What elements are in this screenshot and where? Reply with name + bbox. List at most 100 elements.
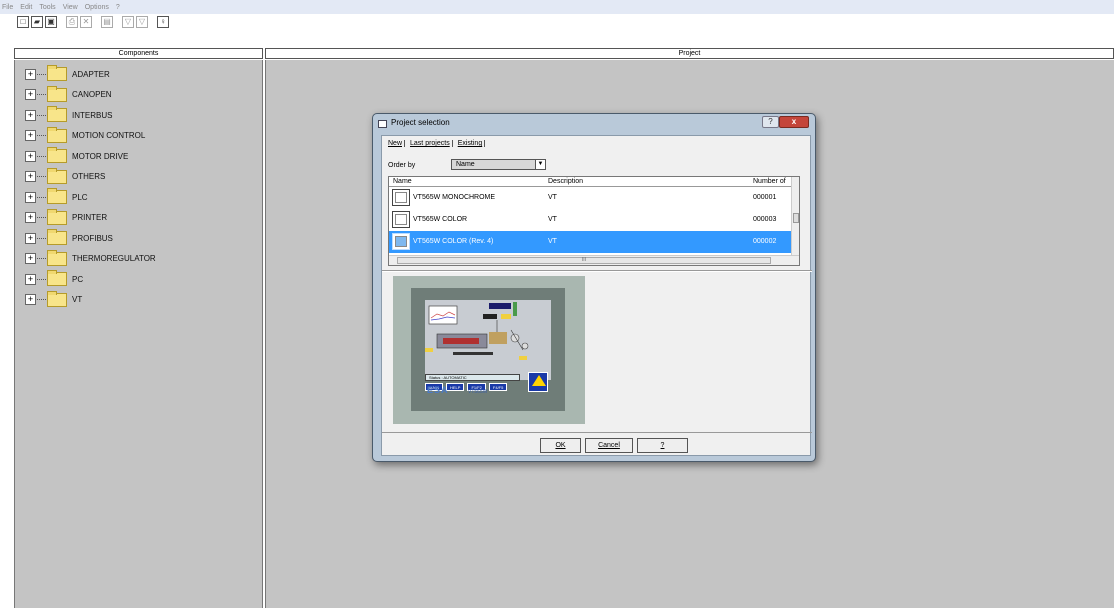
folder-icon [47, 65, 67, 81]
row-description: VT [548, 216, 557, 223]
list-header: Name Description Number of [389, 177, 791, 187]
expand-icon[interactable]: + [25, 130, 36, 141]
expand-icon[interactable]: + [25, 294, 36, 305]
project-thumbnail-icon [392, 211, 410, 228]
menu-bar: File Edit Tools View Options ? [0, 0, 1114, 14]
tree-item-label: PROFIBUS [72, 233, 113, 243]
tree-item-canopen[interactable]: + CANOPEN [25, 85, 112, 104]
tree-item-motor-drive[interactable]: + MOTOR DRIVE [25, 147, 128, 165]
print-icon[interactable]: ⎙ [66, 16, 78, 28]
tree-item-vt[interactable]: + VT [25, 290, 83, 309]
scroll-thumb[interactable]: III [397, 257, 771, 264]
expand-icon[interactable]: + [25, 232, 36, 244]
row-description: VT [548, 238, 557, 245]
tree-item-label: MOTOR DRIVE [72, 151, 129, 161]
tree-item-profibus[interactable]: + PROFIBUS [25, 229, 113, 247]
menu-file[interactable]: File [2, 4, 13, 11]
tab-new[interactable]: New [386, 140, 406, 147]
menu-tools[interactable]: Tools [39, 4, 55, 11]
save-icon[interactable]: ▣ [45, 16, 57, 28]
expand-icon[interactable]: + [25, 253, 36, 264]
expand-icon[interactable]: + [25, 191, 36, 203]
expand-icon[interactable]: + [25, 68, 36, 80]
hmi-key: HELP [446, 383, 465, 391]
tree-item-label: CANOPEN [72, 90, 112, 99]
menu-options[interactable]: Options [85, 4, 109, 11]
row-number: 000002 [753, 238, 777, 245]
tree-item-label: VT [72, 295, 83, 304]
ok-button[interactable]: OK [540, 438, 581, 453]
components-tree: + ADAPTER + CANOPEN + INTERBUS + MOTION CONT… [14, 60, 263, 608]
column-name[interactable]: Name [393, 178, 412, 185]
new-file-icon[interactable]: □ [17, 16, 29, 28]
divider [382, 432, 812, 434]
tab-bar: New Last projects Existing [386, 140, 488, 147]
tree-item-label: THERMOREGULATOR [72, 254, 156, 263]
list-item[interactable]: VT565W MONOCHROME VT 000001 [389, 187, 791, 209]
project-list: Name Description Number of VT565W MONOCH… [388, 176, 800, 266]
hmi-status-bar: Status : AUTOMATIC [425, 374, 520, 381]
delete-icon[interactable]: ✕ [80, 16, 92, 28]
order-by-select[interactable]: Name ▼ [451, 159, 546, 170]
horizontal-scrollbar[interactable]: III [389, 255, 799, 265]
esa-logo: ESA [427, 385, 449, 395]
dialog-body: New Last projects Existing Order by Name… [381, 135, 812, 456]
expand-icon[interactable]: + [25, 273, 36, 285]
tree-item-pc[interactable]: + PC [25, 270, 83, 288]
project-thumbnail-icon [392, 189, 410, 206]
menu-help[interactable]: ? [116, 4, 120, 11]
expand-icon[interactable]: + [25, 109, 36, 121]
hmi-display [425, 300, 551, 380]
list-item-selected[interactable]: VT565W COLOR (Rev. 4) VT 000002 [389, 231, 791, 253]
list-item[interactable]: VT565W COLOR VT 000003 [389, 209, 791, 231]
order-by-value: Name [456, 161, 475, 168]
panel-model-label: VT565W [468, 389, 488, 395]
tree-item-label: MOTION CONTROL [72, 131, 146, 140]
expand-icon[interactable]: + [25, 89, 36, 100]
folder-icon [47, 188, 67, 204]
folder-icon [47, 208, 67, 225]
cancel-button[interactable]: Cancel [585, 438, 633, 453]
toolbar: □ ▰ ▣ ⎙ ✕ ▤ ▽ ▽ ♀ [0, 14, 1114, 30]
folder-icon [47, 229, 67, 245]
tree-item-printer[interactable]: + PRINTER [25, 208, 108, 227]
open-folder-icon[interactable]: ▰ [31, 16, 43, 28]
filter-icon[interactable]: ▽ [122, 16, 134, 28]
tree-item-plc[interactable]: + PLC [25, 188, 88, 206]
tree-item-adapter[interactable]: + ADAPTER [25, 65, 110, 83]
tree-item-label: OTHERS [72, 172, 106, 181]
tree-item-motion-control[interactable]: + MOTION CONTROL [25, 126, 146, 145]
properties-icon[interactable]: ▤ [101, 16, 113, 28]
dialog-help-button[interactable]: ? [762, 116, 779, 128]
tab-existing[interactable]: Existing [456, 140, 486, 147]
row-description: VT [548, 194, 557, 201]
help-icon[interactable]: ♀ [157, 16, 169, 28]
folder-icon [47, 106, 67, 122]
folder-icon [47, 167, 67, 184]
vertical-scrollbar[interactable] [791, 177, 799, 255]
project-header: Project [265, 48, 1114, 59]
row-name: VT565W COLOR (Rev. 4) [413, 238, 494, 245]
divider [382, 270, 812, 272]
menu-edit[interactable]: Edit [20, 4, 32, 11]
expand-icon[interactable]: + [25, 150, 36, 162]
tab-last-projects[interactable]: Last projects [408, 140, 453, 147]
tree-item-interbus[interactable]: + INTERBUS [25, 106, 112, 124]
filter-alt-icon[interactable]: ▽ [136, 16, 148, 28]
tree-item-others[interactable]: + OTHERS [25, 167, 106, 186]
help-button[interactable]: ? [637, 438, 688, 453]
menu-view[interactable]: View [63, 4, 78, 11]
hmi-key: F4/F5 [488, 383, 508, 391]
alarm-warning-icon [528, 372, 548, 392]
row-name: VT565W MONOCHROME [413, 194, 496, 201]
column-number[interactable]: Number of [753, 178, 786, 185]
folder-icon [47, 147, 67, 163]
scroll-thumb[interactable] [793, 213, 799, 223]
tree-item-label: PRINTER [72, 213, 108, 222]
expand-icon[interactable]: + [25, 171, 36, 182]
chevron-down-icon[interactable]: ▼ [535, 160, 545, 169]
tree-item-thermoregulator[interactable]: + THERMOREGULATOR [25, 249, 156, 268]
expand-icon[interactable]: + [25, 212, 36, 223]
column-description[interactable]: Description [548, 178, 583, 185]
dialog-close-button[interactable]: x [779, 116, 809, 128]
